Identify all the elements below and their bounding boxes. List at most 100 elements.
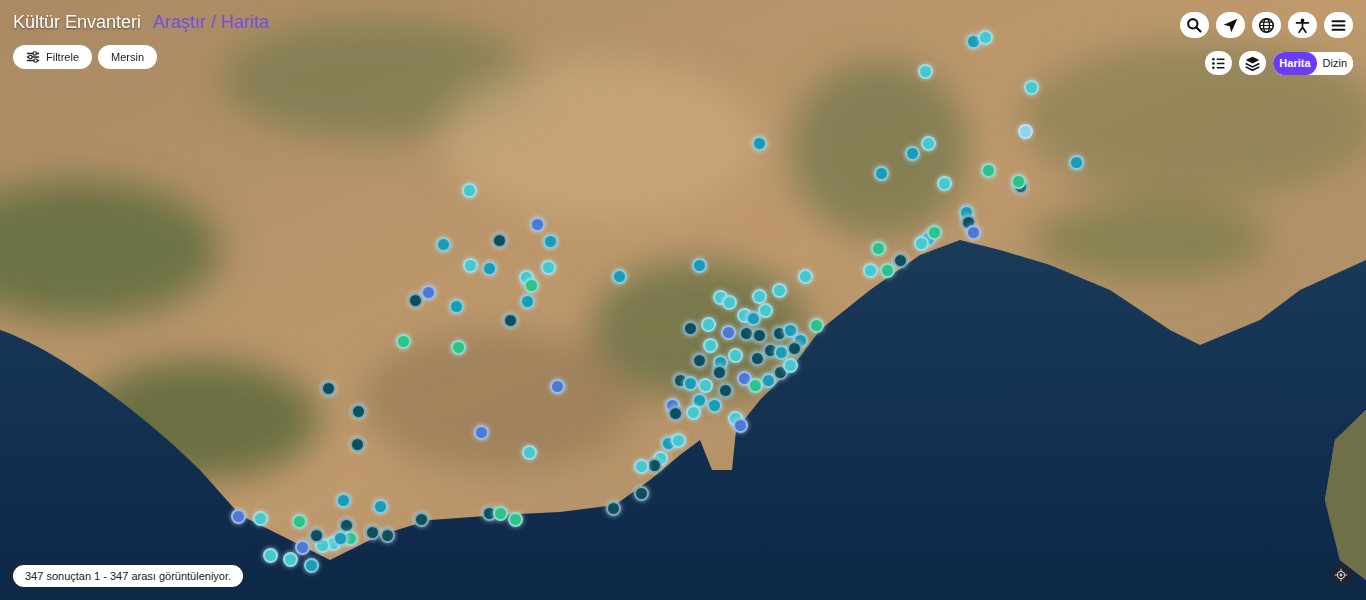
map-pin[interactable]	[698, 378, 713, 393]
map-pin[interactable]	[421, 285, 436, 300]
map-pin[interactable]	[921, 136, 936, 151]
map-pin[interactable]	[524, 278, 539, 293]
map-pin[interactable]	[783, 358, 798, 373]
map-pin[interactable]	[978, 30, 993, 45]
map-pin[interactable]	[880, 263, 895, 278]
map-pin[interactable]	[414, 512, 429, 527]
map-pin[interactable]	[918, 64, 933, 79]
map-pin[interactable]	[871, 241, 886, 256]
map-pin[interactable]	[373, 499, 388, 514]
map-pin[interactable]	[752, 289, 767, 304]
language-button[interactable]	[1252, 12, 1281, 38]
map-pin[interactable]	[436, 237, 451, 252]
map-pin[interactable]	[750, 351, 765, 366]
map-pin[interactable]	[981, 163, 996, 178]
map-pin[interactable]	[668, 406, 683, 421]
map-pin[interactable]	[283, 552, 298, 567]
map-pin[interactable]	[530, 217, 545, 232]
map-pin[interactable]	[263, 548, 278, 563]
map-pin[interactable]	[966, 225, 981, 240]
map-pin[interactable]	[508, 512, 523, 527]
map-pin[interactable]	[351, 404, 366, 419]
locate-button[interactable]	[1216, 12, 1245, 38]
map-pin[interactable]	[365, 525, 380, 540]
map-pin[interactable]	[686, 405, 701, 420]
map-pin[interactable]	[292, 514, 307, 529]
map-pin[interactable]	[683, 321, 698, 336]
list-button[interactable]	[1205, 51, 1232, 75]
map-pin[interactable]	[787, 341, 802, 356]
map-pin[interactable]	[721, 325, 736, 340]
map-pin[interactable]	[350, 437, 365, 452]
satellite-map[interactable]	[0, 0, 1366, 600]
map-pin[interactable]	[703, 338, 718, 353]
map-pin[interactable]	[482, 261, 497, 276]
map-pin[interactable]	[718, 383, 733, 398]
map-pin[interactable]	[772, 283, 787, 298]
map-pin[interactable]	[733, 418, 748, 433]
map-pin[interactable]	[550, 379, 565, 394]
map-pin[interactable]	[612, 269, 627, 284]
map-pin[interactable]	[692, 258, 707, 273]
map-pin[interactable]	[1069, 155, 1084, 170]
map-pin[interactable]	[634, 459, 649, 474]
map-pin[interactable]	[692, 353, 707, 368]
view-toggle-option[interactable]: Harita	[1273, 52, 1316, 75]
map-pin[interactable]	[231, 509, 246, 524]
map-pin[interactable]	[462, 183, 477, 198]
map-pin[interactable]	[463, 258, 478, 273]
map-pin[interactable]	[722, 295, 737, 310]
app-title[interactable]: Kültür Envanteri	[13, 12, 141, 33]
map-pin[interactable]	[893, 253, 908, 268]
map-pin[interactable]	[606, 501, 621, 516]
map-pin[interactable]	[304, 558, 319, 573]
map-pin[interactable]	[295, 540, 310, 555]
map-pin[interactable]	[752, 328, 767, 343]
map-pin[interactable]	[380, 528, 395, 543]
map-pin[interactable]	[449, 299, 464, 314]
map-pin[interactable]	[492, 233, 507, 248]
map-pin[interactable]	[874, 166, 889, 181]
accessibility-button[interactable]	[1288, 12, 1317, 38]
map-pin[interactable]	[914, 236, 929, 251]
filter-chip[interactable]: Mersin	[98, 45, 157, 69]
map-pin[interactable]	[634, 486, 649, 501]
map-pin[interactable]	[905, 146, 920, 161]
map-pin[interactable]	[728, 348, 743, 363]
map-pin[interactable]	[541, 260, 556, 275]
map-pin[interactable]	[798, 269, 813, 284]
map-pin[interactable]	[336, 493, 351, 508]
map-pin[interactable]	[712, 365, 727, 380]
map-pin[interactable]	[863, 263, 878, 278]
map-pin[interactable]	[707, 398, 722, 413]
menu-button[interactable]	[1324, 12, 1353, 38]
map-pin[interactable]	[1024, 80, 1039, 95]
map-pin[interactable]	[927, 225, 942, 240]
map-pin[interactable]	[474, 425, 489, 440]
map-pin[interactable]	[809, 318, 824, 333]
map-pin[interactable]	[321, 381, 336, 396]
map-pin[interactable]	[1018, 124, 1033, 139]
map-pin[interactable]	[520, 294, 535, 309]
map-pin[interactable]	[683, 376, 698, 391]
map-pin[interactable]	[309, 528, 324, 543]
filter-button[interactable]: Filtrele	[13, 45, 92, 69]
view-toggle-option[interactable]: Dizin	[1317, 52, 1353, 75]
map-pin[interactable]	[543, 234, 558, 249]
map-pin[interactable]	[253, 511, 268, 526]
map-pin[interactable]	[671, 433, 686, 448]
layers-button[interactable]	[1239, 51, 1266, 75]
map-pin[interactable]	[493, 506, 508, 521]
map-pin[interactable]	[647, 458, 662, 473]
map-pin[interactable]	[522, 445, 537, 460]
section-link[interactable]: Araştır / Harita	[153, 12, 269, 33]
map-pin[interactable]	[503, 313, 518, 328]
map-pin[interactable]	[937, 176, 952, 191]
map-pin[interactable]	[758, 303, 773, 318]
map-pin[interactable]	[752, 136, 767, 151]
map-pin[interactable]	[451, 340, 466, 355]
search-button[interactable]	[1180, 12, 1209, 38]
map-pin[interactable]	[701, 317, 716, 332]
map-pin[interactable]	[396, 334, 411, 349]
my-location-button[interactable]	[1330, 564, 1352, 586]
